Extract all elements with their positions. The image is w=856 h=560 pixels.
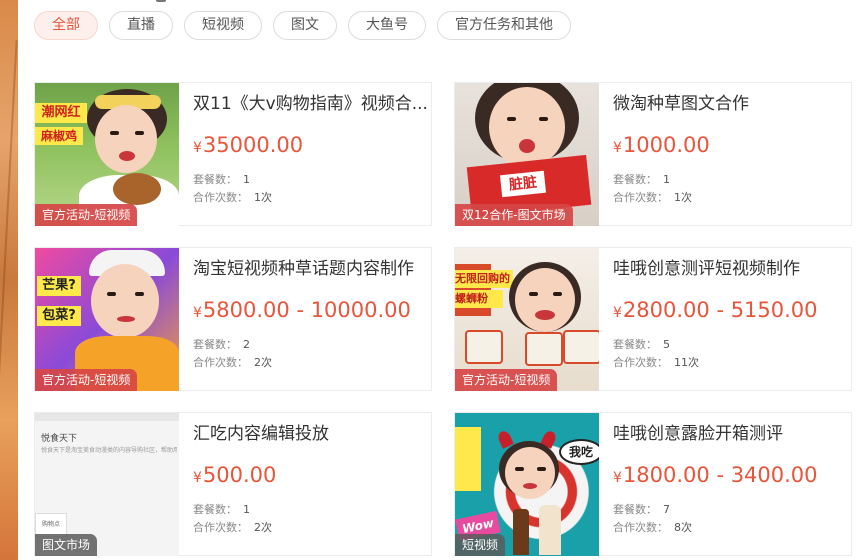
thumb-caption: 芒果? xyxy=(37,276,81,296)
times-value: 8次 xyxy=(674,521,692,534)
thumb-caption: 无限回购的 xyxy=(455,270,513,288)
times-label: 合作次数： xyxy=(193,521,248,534)
tab-image-text[interactable]: 图文 xyxy=(273,11,337,40)
card-meta: 套餐数： 2 合作次数： 2次 xyxy=(193,336,429,372)
thumb-caption: 悦食天下 xyxy=(41,434,78,444)
card-title[interactable]: 汇吃内容编辑投放 xyxy=(193,421,429,447)
currency-symbol: ¥ xyxy=(193,140,202,156)
main-content: 全部 直播 短视频 图文 大鱼号 官方任务和其他 潮网红 麻椒鸡 官方活动-短视… xyxy=(18,0,856,560)
sets-label: 套餐数： xyxy=(613,173,657,186)
currency-symbol: ¥ xyxy=(193,305,202,321)
filter-tabs: 全部 直播 短视频 图文 大鱼号 官方任务和其他 xyxy=(34,11,571,40)
sets-value: 1 xyxy=(663,173,670,186)
currency-symbol: ¥ xyxy=(613,140,622,156)
times-value: 2次 xyxy=(254,521,272,534)
task-thumbnail: 无限回购的 螺蛳粉 官方活动-短视频 xyxy=(455,248,599,391)
sets-label: 套餐数： xyxy=(193,173,237,186)
thumb-caption: 螺蛳粉 xyxy=(455,290,503,308)
card-category-tag: 官方活动-短视频 xyxy=(35,369,138,391)
task-thumbnail: 潮网红 麻椒鸡 官方活动-短视频 xyxy=(35,83,179,226)
tab-dayu[interactable]: 大鱼号 xyxy=(348,11,426,40)
tab-all[interactable]: 全部 xyxy=(34,11,98,40)
card-category-tag: 官方活动-短视频 xyxy=(455,369,558,391)
card-meta: 套餐数： 7 合作次数： 8次 xyxy=(613,501,849,537)
card-meta: 套餐数： 1 合作次数： 2次 xyxy=(193,501,429,537)
thumb-caption: 麻椒鸡 xyxy=(35,127,83,145)
task-card[interactable]: 无限回购的 螺蛳粉 官方活动-短视频 哇哦创意测评短视频制作 ¥2800.00 … xyxy=(454,247,852,391)
thumb-caption: 包菜? xyxy=(37,306,81,326)
task-thumbnail: 脏脏 双12合作-图文市场 xyxy=(455,83,599,226)
card-price: ¥2800.00 - 5150.00 xyxy=(613,296,849,327)
times-value: 1次 xyxy=(674,191,692,204)
price-value: 1000.00 xyxy=(622,133,710,157)
card-meta: 套餐数： 1 合作次数： 1次 xyxy=(613,171,849,207)
scrolled-off-text xyxy=(156,0,166,2)
sets-label: 套餐数： xyxy=(193,338,237,351)
card-price: ¥500.00 xyxy=(193,461,429,492)
thumb-caption: 脏脏 xyxy=(499,170,547,198)
card-category-tag: 图文市场 xyxy=(35,534,98,556)
sets-value: 1 xyxy=(243,173,250,186)
card-meta: 套餐数： 1 合作次数： 1次 xyxy=(193,171,429,207)
sets-value: 5 xyxy=(663,338,670,351)
thumb-caption: 潮网红 xyxy=(35,103,87,123)
task-thumbnail: 我吃 Wow 短视频 xyxy=(455,413,599,556)
price-value: 2800.00 - 5150.00 xyxy=(622,298,818,322)
price-value: 35000.00 xyxy=(202,133,304,157)
times-label: 合作次数： xyxy=(193,191,248,204)
tab-live[interactable]: 直播 xyxy=(109,11,173,40)
card-category-tag: 官方活动-短视频 xyxy=(35,204,138,226)
task-thumbnail: 芒果? 包菜? 官方活动-短视频 xyxy=(35,248,179,391)
times-label: 合作次数： xyxy=(613,191,668,204)
sets-value: 2 xyxy=(243,338,250,351)
card-price: ¥1000.00 xyxy=(613,131,849,162)
tab-short-video[interactable]: 短视频 xyxy=(184,11,262,40)
card-title[interactable]: 哇哦创意测评短视频制作 xyxy=(613,256,849,282)
card-price: ¥5800.00 - 10000.00 xyxy=(193,296,429,327)
sets-value: 7 xyxy=(663,503,670,516)
currency-symbol: ¥ xyxy=(193,470,202,486)
price-value: 500.00 xyxy=(202,463,277,487)
sets-value: 1 xyxy=(243,503,250,516)
thumb-caption: 悦食天下是淘宝美食动漫类的内容导购社区，帮助用 xyxy=(41,447,177,454)
times-label: 合作次数： xyxy=(613,356,668,369)
task-card[interactable]: 我吃 Wow 短视频 哇哦创意露脸开箱测评 ¥1800.00 - 3400.00… xyxy=(454,412,852,556)
card-title[interactable]: 双11《大v购物指南》视频合... xyxy=(193,91,429,117)
times-label: 合作次数： xyxy=(613,521,668,534)
card-category-tag: 双12合作-图文市场 xyxy=(455,204,573,226)
sets-label: 套餐数： xyxy=(613,338,657,351)
card-title[interactable]: 微淘种草图文合作 xyxy=(613,91,849,117)
sets-label: 套餐数： xyxy=(613,503,657,516)
card-price: ¥35000.00 xyxy=(193,131,429,162)
currency-symbol: ¥ xyxy=(613,470,622,486)
task-card[interactable]: 脏脏 双12合作-图文市场 微淘种草图文合作 ¥1000.00 套餐数： 1 合作… xyxy=(454,82,852,226)
side-decoration xyxy=(0,0,18,560)
currency-symbol: ¥ xyxy=(613,305,622,321)
card-price: ¥1800.00 - 3400.00 xyxy=(613,461,849,492)
card-meta: 套餐数： 5 合作次数： 11次 xyxy=(613,336,849,372)
times-label: 合作次数： xyxy=(193,356,248,369)
task-card[interactable]: 潮网红 麻椒鸡 官方活动-短视频 双11《大v购物指南》视频合... ¥3500… xyxy=(34,82,432,226)
task-card[interactable]: 悦食天下 悦食天下是淘宝美食动漫类的内容导购社区，帮助用 购物点 图文市场 汇吃… xyxy=(34,412,432,556)
card-category-tag: 短视频 xyxy=(455,534,506,556)
times-value: 11次 xyxy=(674,356,699,369)
card-title[interactable]: 哇哦创意露脸开箱测评 xyxy=(613,421,849,447)
sets-label: 套餐数： xyxy=(193,503,237,516)
tab-official-tasks[interactable]: 官方任务和其他 xyxy=(437,11,571,40)
task-thumbnail: 悦食天下 悦食天下是淘宝美食动漫类的内容导购社区，帮助用 购物点 图文市场 xyxy=(35,413,179,556)
task-card[interactable]: 芒果? 包菜? 官方活动-短视频 淘宝短视频种草话题内容制作 ¥5800.00 … xyxy=(34,247,432,391)
times-value: 2次 xyxy=(254,356,272,369)
card-title[interactable]: 淘宝短视频种草话题内容制作 xyxy=(193,256,429,282)
price-value: 5800.00 - 10000.00 xyxy=(202,298,411,322)
times-value: 1次 xyxy=(254,191,272,204)
thumb-caption: 我吃 xyxy=(559,439,599,465)
price-value: 1800.00 - 3400.00 xyxy=(622,463,818,487)
